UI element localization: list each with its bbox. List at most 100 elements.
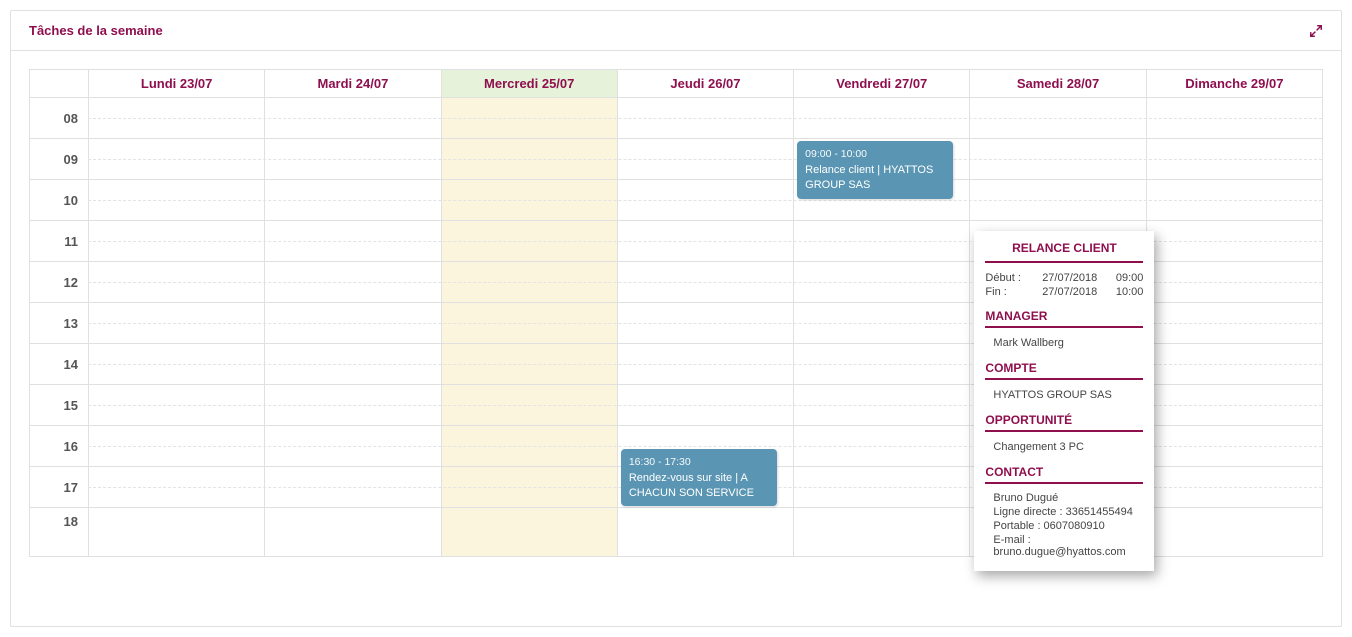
calendar-cell[interactable] [793, 98, 969, 138]
popup-contact-direct: Ligne directe : 33651455494 [985, 505, 1143, 519]
popup-end-time: 10:00 [1107, 285, 1144, 299]
popup-manager-value: Mark Wallberg [985, 335, 1143, 351]
calendar-cell[interactable] [88, 303, 264, 343]
hour-row: 10 [30, 180, 1322, 221]
calendar-cell[interactable] [1146, 262, 1322, 302]
calendar-cell[interactable] [441, 426, 617, 466]
calendar-cell[interactable] [969, 180, 1145, 220]
hour-label: 11 [30, 221, 88, 261]
calendar-event[interactable]: 09:00 - 10:00Relance client | HYATTOS GR… [797, 141, 953, 199]
calendar-cell[interactable] [793, 303, 969, 343]
popup-contact-name: Bruno Dugué [985, 491, 1143, 505]
calendar-cell[interactable] [88, 426, 264, 466]
calendar-cell[interactable] [88, 262, 264, 302]
day-header[interactable]: Lundi 23/07 [88, 70, 264, 97]
day-header[interactable]: Dimanche 29/07 [1146, 70, 1322, 97]
calendar-cell[interactable] [441, 262, 617, 302]
hour-row: 08 [30, 98, 1322, 139]
day-header-today[interactable]: Mercredi 25/07 [441, 70, 617, 97]
calendar-cell[interactable] [1146, 467, 1322, 507]
calendar-cell[interactable] [617, 508, 793, 556]
calendar-cell[interactable] [617, 221, 793, 261]
hour-label: 12 [30, 262, 88, 302]
hour-label: 10 [30, 180, 88, 220]
calendar-cell[interactable] [264, 426, 440, 466]
calendar-cell[interactable] [1146, 426, 1322, 466]
calendar-cell[interactable] [793, 221, 969, 261]
calendar-cell[interactable] [617, 344, 793, 384]
calendar-cell[interactable] [441, 98, 617, 138]
calendar-cell[interactable] [617, 262, 793, 302]
hour-label: 15 [30, 385, 88, 425]
hour-label: 18 [30, 508, 88, 556]
calendar-cell[interactable] [88, 221, 264, 261]
calendar-cell[interactable] [1146, 98, 1322, 138]
calendar-cell[interactable] [264, 467, 440, 507]
popup-section-manager: MANAGER [985, 309, 1143, 328]
weekly-tasks-panel: Tâches de la semaine Lundi 23/07 Mardi 2… [10, 10, 1342, 627]
popup-section-contact: CONTACT [985, 465, 1143, 484]
calendar-cell[interactable] [441, 508, 617, 556]
hour-label: 16 [30, 426, 88, 466]
calendar-cell[interactable] [264, 508, 440, 556]
calendar-cell[interactable] [617, 139, 793, 179]
calendar-cell[interactable] [1146, 344, 1322, 384]
calendar-cell[interactable] [969, 139, 1145, 179]
calendar-cell[interactable] [793, 426, 969, 466]
calendar-cell[interactable] [88, 467, 264, 507]
calendar-cell[interactable] [617, 385, 793, 425]
calendar-cell[interactable] [264, 385, 440, 425]
calendar-cell[interactable] [969, 98, 1145, 138]
calendar-cell[interactable] [441, 385, 617, 425]
calendar-cell[interactable] [264, 180, 440, 220]
calendar-cell[interactable] [264, 221, 440, 261]
calendar-cell[interactable] [88, 344, 264, 384]
panel-title: Tâches de la semaine [29, 23, 163, 38]
day-header[interactable]: Mardi 24/07 [264, 70, 440, 97]
calendar-cell[interactable] [1146, 180, 1322, 220]
calendar-cell[interactable] [1146, 139, 1322, 179]
calendar-cell[interactable] [441, 221, 617, 261]
hour-label: 14 [30, 344, 88, 384]
event-title: Rendez-vous sur site | A CHACUN SON SERV… [629, 471, 769, 501]
calendar-cell[interactable] [88, 139, 264, 179]
calendar-cell[interactable] [264, 303, 440, 343]
calendar-cell[interactable] [617, 98, 793, 138]
calendar-cell[interactable] [441, 303, 617, 343]
calendar-cell[interactable] [264, 139, 440, 179]
expand-icon[interactable] [1309, 24, 1323, 38]
day-header[interactable]: Jeudi 26/07 [617, 70, 793, 97]
calendar-cell[interactable] [793, 344, 969, 384]
calendar-cell[interactable] [441, 139, 617, 179]
calendar-event[interactable]: 16:30 - 17:30Rendez-vous sur site | A CH… [621, 449, 777, 507]
calendar-cell[interactable] [1146, 221, 1322, 261]
hour-label: 13 [30, 303, 88, 343]
calendar-cell[interactable] [264, 262, 440, 302]
calendar-cell[interactable] [617, 180, 793, 220]
calendar-cell[interactable] [793, 262, 969, 302]
calendar-cell[interactable] [88, 508, 264, 556]
day-header[interactable]: Samedi 28/07 [969, 70, 1145, 97]
calendar-cell[interactable] [1146, 385, 1322, 425]
panel-header: Tâches de la semaine [11, 11, 1341, 51]
calendar-cell[interactable] [793, 508, 969, 556]
calendar-cell[interactable] [441, 467, 617, 507]
calendar-cell[interactable] [617, 303, 793, 343]
calendar-cell[interactable] [1146, 303, 1322, 343]
calendar-cell[interactable] [88, 180, 264, 220]
calendar-cell[interactable] [1146, 508, 1322, 556]
popup-account-value: HYATTOS GROUP SAS [985, 387, 1143, 403]
calendar-cell[interactable] [264, 344, 440, 384]
calendar-cell[interactable] [793, 385, 969, 425]
calendar-cell[interactable] [441, 344, 617, 384]
popup-end-label: Fin : [985, 285, 1032, 299]
popup-start-date: 27/07/2018 [1033, 271, 1107, 285]
calendar-cell[interactable] [793, 467, 969, 507]
calendar-cell[interactable] [264, 98, 440, 138]
calendar-cell[interactable] [88, 98, 264, 138]
day-header[interactable]: Vendredi 27/07 [793, 70, 969, 97]
calendar-cell[interactable] [441, 180, 617, 220]
popup-title: RELANCE CLIENT [985, 241, 1143, 263]
event-time: 09:00 - 10:00 [805, 147, 945, 161]
calendar-cell[interactable] [88, 385, 264, 425]
